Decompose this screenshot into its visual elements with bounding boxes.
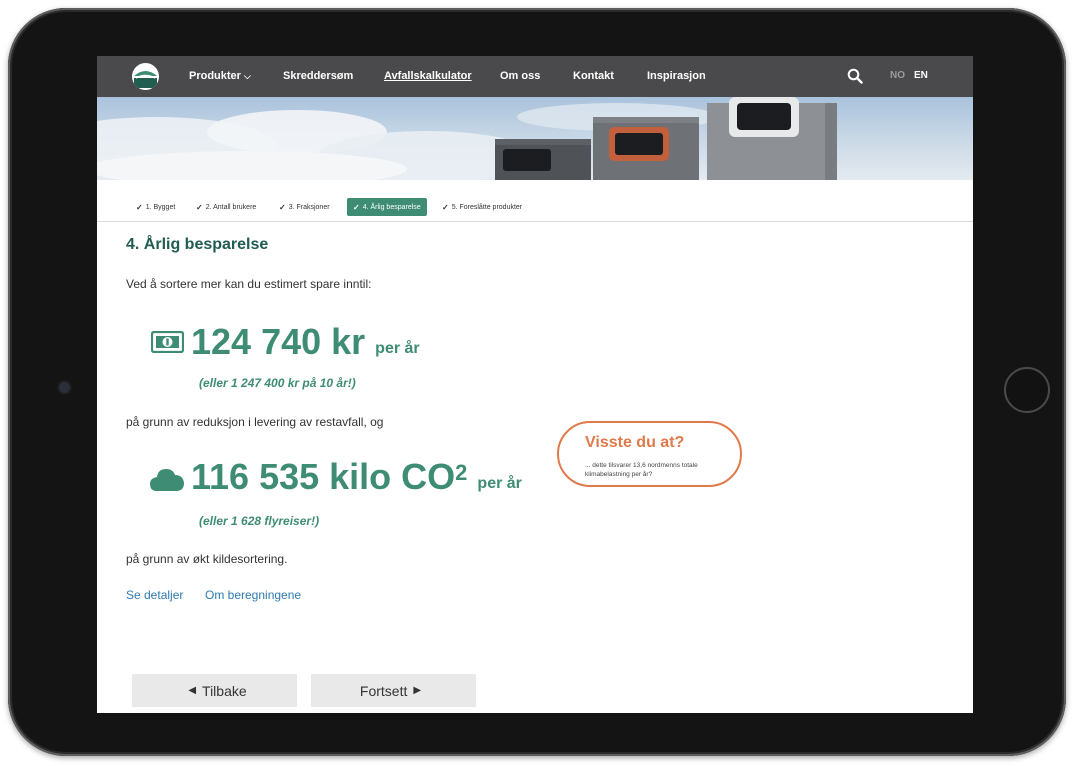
check-icon: ✓	[136, 202, 143, 212]
check-icon: ✓	[353, 202, 360, 212]
step-label: 4. Årlig besparelse	[362, 203, 421, 211]
continue-button[interactable]: Fortsett ▶	[311, 674, 476, 707]
search-icon[interactable]	[847, 68, 863, 84]
intro-text: Ved å sortere mer kan du estimert spare …	[126, 277, 372, 291]
step-label: 1. Bygget	[145, 203, 176, 211]
co2-saving-value: 116 535 kilo CO2	[191, 457, 467, 497]
screen: Produkter ⌵ Skreddersøm Avfallskalkulator…	[97, 56, 973, 713]
hero-image	[97, 97, 973, 180]
money-saving-sub: (eller 1 247 400 kr på 10 år!)	[199, 376, 356, 390]
home-button[interactable]	[1004, 367, 1050, 413]
triangle-left-icon: ◀	[188, 685, 197, 696]
continue-button-label: Fortsett	[359, 682, 408, 699]
money-saving-value: 124 740 kr	[191, 321, 366, 362]
nav-item-kontakt[interactable]: Kontakt	[573, 70, 614, 82]
co2-superscript: 2	[455, 460, 468, 485]
step-label: 3. Fraksjoner	[288, 203, 330, 211]
step-label: 5. Foreslåtte produkter	[451, 203, 523, 211]
calculations-link[interactable]: Om beregningene	[205, 588, 301, 602]
nav-item-om-oss[interactable]: Om oss	[500, 70, 540, 82]
did-you-know-title: Visste du at?	[585, 434, 685, 451]
co2-saving-row: 116 535 kilo CO2 per år	[191, 457, 522, 497]
nav-item-produkter[interactable]: Produkter ⌵	[189, 70, 251, 82]
nav-item-skreddersom[interactable]: Skreddersøm	[283, 70, 353, 82]
brand-logo[interactable]	[132, 63, 159, 90]
did-you-know-callout: Visste du at? ... dette tilsvarer 13,6 n…	[557, 421, 742, 487]
check-icon: ✓	[442, 202, 449, 212]
did-you-know-text: ... dette tilsvarer 13,6 nordmenns total…	[585, 462, 698, 478]
nav-item-inspirasjon[interactable]: Inspirasjon	[647, 70, 706, 82]
co2-value-text: 116 535 kilo CO	[191, 456, 456, 497]
money-saving-row: 124 740 kr per år	[191, 322, 420, 362]
co2-saving-sub: (eller 1 628 flyreiser!)	[199, 514, 320, 528]
step-arlig-besparelse[interactable]: ✓ 4. Årlig besparelse	[347, 198, 427, 216]
step-label: 2. Antall brukere	[205, 203, 257, 211]
triangle-right-icon: ▶	[413, 685, 422, 696]
nav-item-label: Produkter	[189, 70, 241, 82]
step-progress: ✓ 1. Bygget ✓ 2. Antall brukere ✓ 3. Fraksj…	[97, 180, 973, 222]
money-saving-unit: per år	[375, 340, 420, 357]
details-link[interactable]: Se detaljer	[126, 588, 183, 602]
camera-lens	[59, 382, 70, 393]
language-en[interactable]: EN	[914, 70, 928, 81]
nav-item-avfallskalkulator[interactable]: Avfallskalkulator	[384, 70, 472, 82]
cloud-icon	[150, 469, 184, 491]
step-fraksjoner[interactable]: ✓ 3. Fraksjoner	[276, 198, 333, 216]
back-button[interactable]: ◀ Tilbake	[132, 674, 297, 707]
back-button-label: Tilbake	[202, 682, 247, 699]
top-nav: Produkter ⌵ Skreddersøm Avfallskalkulator…	[97, 56, 973, 97]
check-icon: ✓	[279, 202, 286, 212]
chevron-down-icon: ⌵	[243, 71, 251, 81]
step-antall-brukere[interactable]: ✓ 2. Antall brukere	[193, 198, 259, 216]
reason-sorting: på grunn av økt kildesortering.	[126, 552, 288, 566]
page-title: 4. Årlig besparelse	[126, 236, 269, 253]
co2-saving-unit: per år	[477, 475, 522, 492]
language-no[interactable]: NO	[890, 70, 905, 81]
reason-residual-waste: på grunn av reduksjon i levering av rest…	[126, 415, 384, 429]
check-icon: ✓	[196, 202, 203, 212]
step-bygget[interactable]: ✓ 1. Bygget	[133, 198, 178, 216]
step-foreslatte-produkter[interactable]: ✓ 5. Foreslåtte produkter	[439, 198, 525, 216]
banknote-icon	[151, 331, 184, 353]
